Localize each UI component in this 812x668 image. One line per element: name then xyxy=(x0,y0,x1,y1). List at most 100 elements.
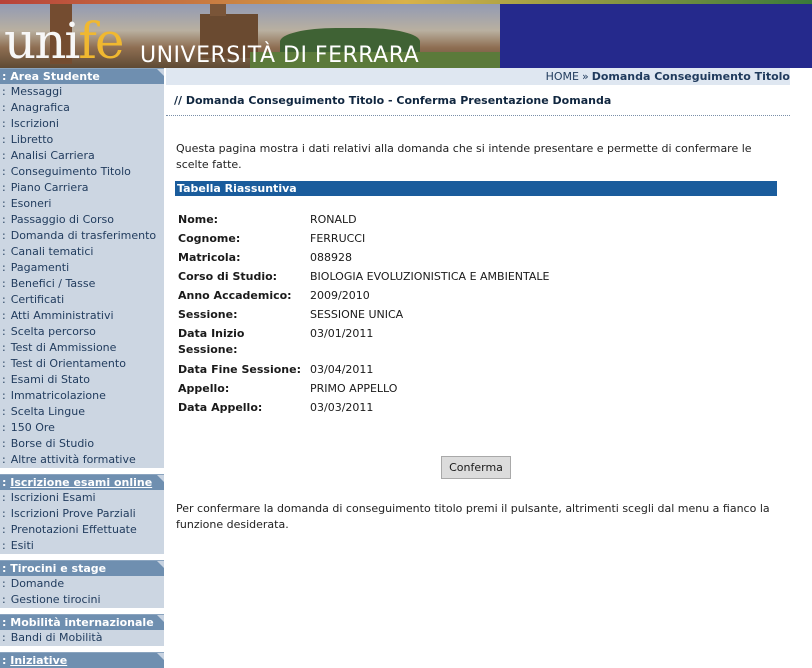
row-label: Data Appello: xyxy=(178,401,263,414)
summary-row-cognome: Cognome: FERRUCCI xyxy=(178,231,778,247)
corner-notch-icon xyxy=(157,475,164,482)
row-value: PRIMO APPELLO xyxy=(310,382,398,395)
summary-row-nome: Nome: RONALD xyxy=(178,212,778,228)
sidebar-item-borse-di-studio[interactable]: : Borse di Studio xyxy=(0,436,164,452)
section-title: Tirocini e stage xyxy=(10,562,107,575)
sidebar-item-domanda-di-trasferimento[interactable]: : Domanda di trasferimento xyxy=(0,228,164,244)
sidebar-item-esami-di-stato[interactable]: : Esami di Stato xyxy=(0,372,164,388)
sidebar-item-messaggi[interactable]: : Messaggi xyxy=(0,84,164,100)
sidebar-item-iscrizioni-esami[interactable]: : Iscrizioni Esami xyxy=(0,490,164,506)
corner-notch-icon xyxy=(157,69,164,76)
corner-notch-icon xyxy=(157,561,164,568)
sidebar-section-area-studente: : Area Studente xyxy=(0,68,164,84)
corner-notch-icon xyxy=(157,653,164,660)
sidebar-section-tirocini-e-stage: : Tirocini e stage xyxy=(0,560,164,576)
section-bullet: : xyxy=(2,562,7,575)
row-label: Sessione: xyxy=(178,308,238,321)
summary-row-appello: Appello: PRIMO APPELLO xyxy=(178,381,778,397)
sidebar-item-bandi-di-mobilita[interactable]: : Bandi di Mobilità xyxy=(0,630,164,646)
row-label: Data Inizio Sessione: xyxy=(178,327,245,356)
sidebar-item-benefici-tasse[interactable]: : Benefici / Tasse xyxy=(0,276,164,292)
sidebar-item-iscrizioni[interactable]: : Iscrizioni xyxy=(0,116,164,132)
summary-row-data-inizio-sessione: Data Inizio Sessione: 03/01/2011 xyxy=(178,326,778,358)
header-banner: unife UNIVERSITÀ DI FERRARA xyxy=(0,0,812,68)
sidebar-item-domande[interactable]: : Domande xyxy=(0,576,164,592)
section-title: Mobilità internazionale xyxy=(10,616,154,629)
sidebar-item-libretto[interactable]: : Libretto xyxy=(0,132,164,148)
sidebar-item-atti-amministrativi[interactable]: : Atti Amministrativi xyxy=(0,308,164,324)
row-value: BIOLOGIA EVOLUZIONISTICA E AMBIENTALE xyxy=(310,270,550,283)
row-value: 088928 xyxy=(310,251,352,264)
sidebar-item-150-ore[interactable]: :150 Ore xyxy=(0,420,164,436)
page-title: // Domanda Conseguimento Titolo - Confer… xyxy=(166,86,790,116)
summary-table-heading: Tabella Riassuntiva xyxy=(175,181,777,196)
corner-notch-icon xyxy=(157,615,164,622)
sidebar-item-analisi-carriera[interactable]: : Analisi Carriera xyxy=(0,148,164,164)
summary-table: Nome: RONALD Cognome: FERRUCCI Matricola: 0… xyxy=(178,212,778,419)
sidebar-item-immatricolazione[interactable]: : Immatricolazione xyxy=(0,388,164,404)
sidebar-item-esoneri[interactable]: : Esoneri xyxy=(0,196,164,212)
summary-row-corso-di-studio: Corso di Studio: BIOLOGIA EVOLUZIONISTICA… xyxy=(178,269,778,285)
sidebar-section-iniziative[interactable]: : Iniziative xyxy=(0,652,164,668)
intro-text: Questa pagina mostra i dati relativi all… xyxy=(176,142,752,171)
sidebar-item-anagrafica[interactable]: : Anagrafica xyxy=(0,100,164,116)
summary-row-matricola: Matricola: 088928 xyxy=(178,250,778,266)
sidebar-item-canali-tematici[interactable]: : Canali tematici xyxy=(0,244,164,260)
row-value: 03/04/2011 xyxy=(310,363,374,376)
breadcrumb-home-link[interactable]: HOME xyxy=(546,70,579,83)
sidebar-item-iscrizioni-prove-parziali[interactable]: : Iscrizioni Prove Parziali xyxy=(0,506,164,522)
sidebar-item-test-di-ammissione[interactable]: : Test di Ammissione xyxy=(0,340,164,356)
sidebar-item-conseguimento-titolo[interactable]: : Conseguimento Titolo xyxy=(0,164,164,180)
section-bullet: : xyxy=(2,476,7,489)
row-value: FERRUCCI xyxy=(310,232,366,245)
confirm-button[interactable]: Conferma xyxy=(441,456,511,479)
sidebar-item-pagamenti[interactable]: : Pagamenti xyxy=(0,260,164,276)
sidebar-item-prenotazioni-effettuate[interactable]: : Prenotazioni Effettuate xyxy=(0,522,164,538)
row-label: Cognome: xyxy=(178,232,241,245)
section-bullet: : xyxy=(2,70,7,83)
university-name: UNIVERSITÀ DI FERRARA xyxy=(140,43,420,68)
row-label: Anno Accademico: xyxy=(178,289,292,302)
row-label: Matricola: xyxy=(178,251,241,264)
row-label: Nome: xyxy=(178,213,219,226)
row-value: 03/03/2011 xyxy=(310,401,374,414)
banner-blue-panel xyxy=(500,0,812,68)
sidebar-item-gestione-tirocini[interactable]: : Gestione tirocini xyxy=(0,592,164,608)
sidebar-item-piano-carriera[interactable]: : Piano Carriera xyxy=(0,180,164,196)
breadcrumb-arrow-icon: » xyxy=(581,70,589,83)
unife-logo: unife xyxy=(4,12,125,68)
sidebar-section-iscrizione-esami-online[interactable]: : Iscrizione esami online xyxy=(0,474,164,490)
breadcrumb-current: Domanda Conseguimento Titolo xyxy=(591,70,790,83)
sidebar-item-altre-attivita-formative[interactable]: : Altre attività formative xyxy=(0,452,164,468)
banner-topline xyxy=(0,0,812,4)
row-value: SESSIONE UNICA xyxy=(310,308,404,321)
logo-accent: fe xyxy=(78,12,124,68)
section-title: Iscrizione esami online xyxy=(10,476,153,489)
section-bullet: : xyxy=(2,654,7,667)
section-title: Area Studente xyxy=(10,70,100,83)
sidebar-item-scelta-lingue[interactable]: : Scelta Lingue xyxy=(0,404,164,420)
footer-note: Per confermare la domanda di conseguimen… xyxy=(176,502,770,531)
section-bullet: : xyxy=(2,616,7,629)
sidebar: : Area Studente : Messaggi : Anagrafica :I… xyxy=(0,68,164,668)
sidebar-section-mobilita-internazionale: : Mobilità internazionale xyxy=(0,614,164,630)
summary-row-sessione: Sessione: SESSIONE UNICA xyxy=(178,307,778,323)
sidebar-item-test-di-orientamento[interactable]: : Test di Orientamento xyxy=(0,356,164,372)
summary-row-data-fine-sessione: Data Fine Sessione: 03/04/2011 xyxy=(178,362,778,378)
main-content: HOME» Domanda Conseguimento Titolo // Dom… xyxy=(164,68,812,665)
row-label: Data Fine Sessione: xyxy=(178,363,301,376)
sidebar-item-esiti[interactable]: : Esiti xyxy=(0,538,164,554)
row-label: Appello: xyxy=(178,382,230,395)
row-value: 2009/2010 xyxy=(310,289,370,302)
sidebar-item-passaggio-di-corso[interactable]: : Passaggio di Corso xyxy=(0,212,164,228)
row-value: RONALD xyxy=(310,213,357,226)
summary-row-data-appello: Data Appello: 03/03/2011 xyxy=(178,400,778,416)
sidebar-item-scelta-percorso[interactable]: : Scelta percorso xyxy=(0,324,164,340)
breadcrumb: HOME» Domanda Conseguimento Titolo xyxy=(166,68,790,85)
summary-row-anno-accademico: Anno Accademico: 2009/2010 xyxy=(178,288,778,304)
row-label: Corso di Studio: xyxy=(178,270,278,283)
logo-main: uni xyxy=(4,12,80,68)
sidebar-item-certificati[interactable]: : Certificati xyxy=(0,292,164,308)
row-value: 03/01/2011 xyxy=(310,327,374,340)
section-title: Iniziative xyxy=(10,654,68,667)
